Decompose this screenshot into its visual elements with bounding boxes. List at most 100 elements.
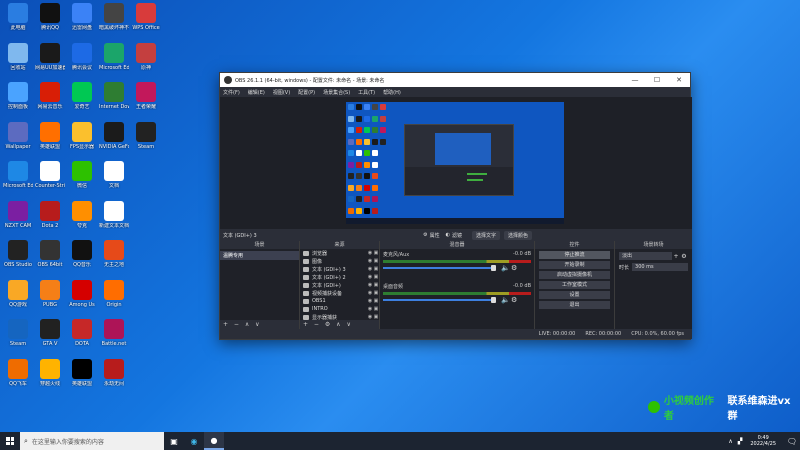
- source-item[interactable]: 视频捕获设备 ◉ ▣: [300, 289, 379, 297]
- desktop-icon[interactable]: 新建文本文档: [99, 200, 129, 235]
- desktop-icon[interactable]: 原神: [131, 42, 161, 77]
- lock-icon[interactable]: ▣: [373, 290, 379, 296]
- source-item[interactable]: 图像 ◉ ▣: [300, 257, 379, 265]
- menu-tools[interactable]: 工具(T): [358, 89, 375, 96]
- desktop-icon[interactable]: Microsoft Edge: [3, 161, 33, 195]
- desktop-icon[interactable]: 穿越火线: [35, 358, 65, 393]
- properties-button[interactable]: 属性: [430, 232, 440, 239]
- obs-titlebar[interactable]: OBS 26.1.1 (64-bit, windows) - 配置文件: 未命名…: [220, 73, 690, 87]
- notification-icon[interactable]: 🗨: [784, 437, 800, 446]
- menu-profile[interactable]: 配置(P): [298, 89, 315, 96]
- source-item[interactable]: OBS1 ◉ ▣: [300, 297, 379, 305]
- gear-icon[interactable]: ⚙: [511, 296, 517, 304]
- network-icon[interactable]: ▞: [738, 438, 743, 445]
- desktop-icon[interactable]: 英雄联盟: [35, 121, 65, 156]
- desktop-icon[interactable]: 回收站: [3, 42, 33, 77]
- speaker-icon[interactable]: 🔈: [501, 264, 510, 272]
- desktop-icon[interactable]: Dota 2: [35, 200, 65, 235]
- lock-icon[interactable]: ▣: [373, 274, 379, 280]
- sources-dock-toolbar[interactable]: + − ⚙ ∧ ∨: [300, 320, 379, 329]
- desktop-icon[interactable]: FPS显示器: [67, 121, 97, 156]
- select-text-button[interactable]: 选择文字: [471, 230, 500, 240]
- desktop-icon[interactable]: 腾讯会议: [67, 42, 97, 77]
- stop-streaming-button[interactable]: 停止推流: [539, 251, 610, 259]
- filter-icon[interactable]: ◐: [446, 232, 450, 238]
- tray-chevron-icon[interactable]: ∧: [728, 438, 732, 445]
- exit-button[interactable]: 退出: [539, 301, 610, 309]
- desktop-icon[interactable]: Steam: [131, 121, 161, 156]
- obs-taskbar-icon[interactable]: ●: [204, 432, 224, 450]
- menu-edit[interactable]: 编辑(E): [248, 89, 265, 96]
- taskbar-search[interactable]: ⌕ 在这里输入你要搜索的内容: [20, 432, 164, 450]
- desktop-icon[interactable]: Origin: [99, 279, 129, 314]
- lock-icon[interactable]: ▣: [373, 250, 379, 256]
- gear-icon[interactable]: ⚙: [680, 253, 688, 260]
- lock-icon[interactable]: ▣: [373, 298, 379, 304]
- desktop-icon[interactable]: Internet Download Manager: [99, 82, 129, 116]
- desktop-icon[interactable]: Wallpaper: [3, 121, 33, 156]
- desktop-icon[interactable]: QQ音乐: [67, 240, 97, 274]
- desktop-icon[interactable]: Among Us: [67, 279, 97, 314]
- close-icon[interactable]: ✕: [668, 76, 690, 84]
- desktop-icon[interactable]: 腾讯QQ: [35, 3, 65, 37]
- desktop-icon[interactable]: 英雄联盟: [67, 358, 97, 393]
- desktop-icon[interactable]: 迅雷网盘: [67, 3, 97, 37]
- lock-icon[interactable]: ▣: [373, 282, 379, 288]
- volume-knob[interactable]: [491, 265, 496, 271]
- menu-file[interactable]: 文件(F): [223, 89, 240, 96]
- desktop-icon[interactable]: 网易UU加速器: [35, 42, 65, 77]
- volume-knob[interactable]: [491, 297, 496, 303]
- start-button[interactable]: [0, 432, 20, 450]
- desktop-icon[interactable]: PUBG: [35, 279, 65, 314]
- gear-icon[interactable]: ⚙: [511, 264, 517, 272]
- obs-window[interactable]: OBS 26.1.1 (64-bit, windows) - 配置文件: 未命名…: [219, 72, 692, 340]
- desktop-icon[interactable]: 夸克: [67, 200, 97, 235]
- desktop-icon[interactable]: OBS 64bit: [35, 240, 65, 274]
- lock-icon[interactable]: ▣: [373, 258, 379, 264]
- speaker-icon[interactable]: 🔈: [501, 296, 510, 304]
- desktop-icon[interactable]: NVIDIA GeForce: [99, 121, 129, 156]
- studio-mode-button[interactable]: 工作室模式: [539, 281, 610, 289]
- desktop-icon[interactable]: 无主之地: [99, 240, 129, 274]
- source-item[interactable]: INTRO ◉ ▣: [300, 305, 379, 313]
- desktop-icon[interactable]: Counter-Strike: [35, 161, 65, 195]
- desktop-icon[interactable]: 此电脑: [3, 3, 33, 37]
- menu-help[interactable]: 帮助(H): [383, 89, 401, 96]
- desktop-icon[interactable]: DOTA: [67, 319, 97, 353]
- filters-button[interactable]: 滤镜: [452, 232, 462, 239]
- desktop-icon[interactable]: GTA V: [35, 319, 65, 353]
- add-icon[interactable]: +: [672, 253, 680, 260]
- scene-item[interactable]: 温腾专用: [220, 251, 299, 260]
- edge-icon[interactable]: ◉: [184, 432, 204, 450]
- desktop-icon[interactable]: 永劫无间: [99, 358, 129, 393]
- desktop-icon[interactable]: 暗黑破坏神不朽: [99, 3, 129, 37]
- preview-canvas[interactable]: [346, 102, 564, 224]
- menu-scene-collection[interactable]: 场景集合(S): [323, 89, 350, 96]
- lock-icon[interactable]: ▣: [373, 306, 379, 312]
- source-item[interactable]: 浏览器 ◉ ▣: [300, 249, 379, 257]
- desktop-icon[interactable]: 王者荣耀: [131, 82, 161, 116]
- desktop-icon[interactable]: WPS Office: [131, 3, 161, 37]
- desktop-icon[interactable]: 网易云音乐: [35, 82, 65, 116]
- duration-input[interactable]: 300 ms: [632, 263, 688, 271]
- menu-view[interactable]: 视图(V): [273, 89, 290, 96]
- desktop-icon[interactable]: 爱奇艺: [67, 82, 97, 116]
- transition-select[interactable]: 淡出: [619, 252, 672, 260]
- desktop-icon[interactable]: OBS Studio: [3, 240, 33, 274]
- desktop-icon[interactable]: QQ飞车: [3, 358, 33, 393]
- select-color-button[interactable]: 选择颜色: [503, 230, 532, 240]
- volume-slider[interactable]: 🔈 ⚙: [383, 264, 531, 272]
- volume-slider[interactable]: 🔈 ⚙: [383, 296, 531, 304]
- source-item[interactable]: 文本 (GDI+) ◉ ▣: [300, 281, 379, 289]
- desktop-icon[interactable]: Microsoft Edge: [99, 42, 129, 77]
- settings-button[interactable]: 设置: [539, 291, 610, 299]
- desktop-icon[interactable]: NZXT CAM: [3, 200, 33, 235]
- start-virtual-camera-button[interactable]: 启动虚拟摄像机: [539, 271, 610, 279]
- task-view-icon[interactable]: ▣: [164, 432, 184, 450]
- desktop-icon[interactable]: QQ游戏: [3, 279, 33, 314]
- desktop-icon[interactable]: 控制面板: [3, 82, 33, 116]
- minimize-icon[interactable]: —: [624, 76, 646, 84]
- desktop-icon[interactable]: Battle.net: [99, 319, 129, 353]
- source-item[interactable]: 文本 (GDI+) 3 ◉ ▣: [300, 265, 379, 273]
- gear-icon[interactable]: ⚙: [423, 232, 427, 238]
